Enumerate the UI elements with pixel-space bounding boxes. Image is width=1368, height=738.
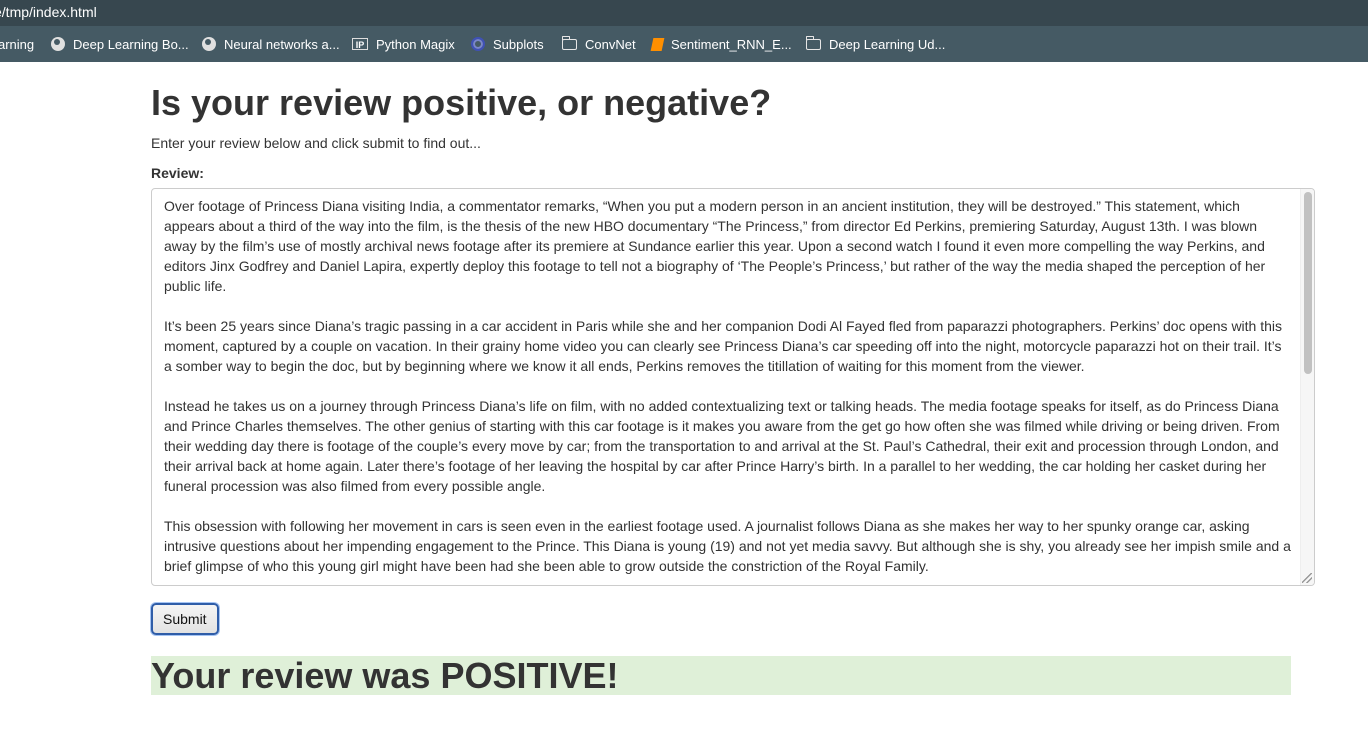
scrollbar-thumb[interactable] <box>1304 192 1312 374</box>
review-paragraph: It’s been 25 years since Diana’s tragic … <box>164 318 1283 374</box>
review-paragraph: Instead he takes us on a journey through… <box>164 398 1280 494</box>
bookmark-sentiment-rnn[interactable]: Sentiment_RNN_E... <box>650 26 792 62</box>
bookmark-label: Deep Learning Bo... <box>73 36 189 52</box>
review-paragraph: Over footage of Princess Diana visiting … <box>164 198 1266 294</box>
address-bar[interactable]: e/tmp/index.html <box>0 0 1368 26</box>
bookmarks-bar: arning Deep Learning Bo... Neural networ… <box>0 26 1368 62</box>
bookmark-neural-networks[interactable]: Neural networks a... <box>202 26 340 62</box>
folder-icon <box>561 35 577 50</box>
bookmark-label: Deep Learning Ud... <box>829 36 946 52</box>
result-banner: Your review was POSITIVE! <box>151 655 1291 696</box>
bookmark-deep-learning-book[interactable]: Deep Learning Bo... <box>51 26 189 62</box>
review-textarea[interactable]: Over footage of Princess Diana visiting … <box>151 188 1315 586</box>
review-paragraph: This obsession with following her moveme… <box>164 518 1291 574</box>
submit-button[interactable]: Submit <box>151 603 219 635</box>
bookmark-label: Subplots <box>493 36 544 52</box>
textarea-scrollbar[interactable] <box>1300 189 1314 585</box>
bookmark-convnet[interactable]: ConvNet <box>561 26 636 62</box>
url-text: e/tmp/index.html <box>0 4 97 20</box>
globe-icon <box>51 37 65 51</box>
bookmark-subplots[interactable]: Subplots <box>471 26 544 62</box>
review-label: Review: <box>151 165 204 181</box>
bookmark-learning[interactable]: arning <box>0 26 34 62</box>
folder-icon <box>805 35 821 50</box>
bookmark-label: arning <box>0 36 35 52</box>
bookmark-label: Python Magix <box>376 36 455 52</box>
page-lead: Enter your review below and click submit… <box>151 135 481 151</box>
resize-handle-icon[interactable] <box>1302 573 1312 583</box>
review-text: Over footage of Princess Diana visiting … <box>164 196 1292 585</box>
globe-icon <box>202 37 216 51</box>
ring-icon <box>471 37 485 51</box>
ipython-icon: IP <box>352 38 368 50</box>
bookmark-deep-learning-udacity[interactable]: Deep Learning Ud... <box>805 26 946 62</box>
bookmark-label: ConvNet <box>585 36 636 52</box>
bookmark-label: Sentiment_RNN_E... <box>671 36 792 52</box>
bookmark-label: Neural networks a... <box>224 36 340 52</box>
book-icon <box>650 37 665 51</box>
page-title: Is your review positive, or negative? <box>151 82 772 123</box>
result-text: Your review was POSITIVE! <box>151 655 619 696</box>
bookmark-python-magix[interactable]: IP Python Magix <box>352 26 455 62</box>
